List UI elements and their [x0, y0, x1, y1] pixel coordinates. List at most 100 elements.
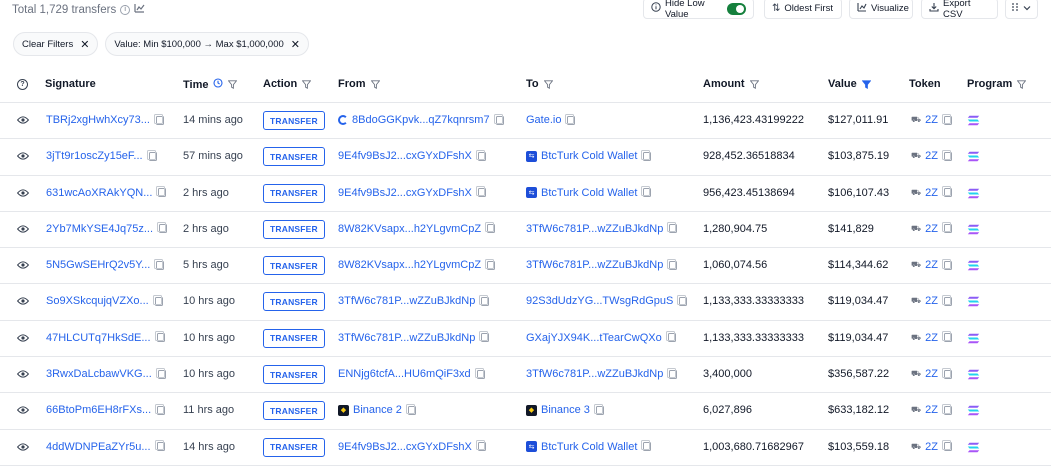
copy-icon[interactable] [941, 403, 952, 415]
to-link[interactable]: BtcTurk Cold Wallet [541, 187, 637, 199]
copy-icon[interactable] [667, 222, 678, 234]
copy-icon[interactable] [593, 403, 604, 415]
copy-icon[interactable] [405, 403, 416, 415]
token-link[interactable]: 2Z [925, 114, 938, 126]
from-link[interactable]: 9E4fv9BsJ2...cxGYxDFshX [338, 187, 472, 199]
clear-filters-chip[interactable]: Clear Filters ✕ [13, 32, 99, 56]
info-icon[interactable]: i [120, 4, 131, 15]
signature-link[interactable]: 66BtoPm6EH8rFXs... [46, 404, 151, 416]
copy-icon[interactable] [941, 113, 952, 125]
copy-icon[interactable] [641, 149, 652, 161]
copy-icon[interactable] [667, 258, 678, 270]
copy-icon[interactable] [153, 113, 164, 125]
eye-icon[interactable] [17, 370, 29, 378]
eye-icon[interactable] [17, 334, 29, 342]
close-icon[interactable]: ✕ [291, 38, 300, 51]
filter-icon[interactable] [228, 80, 238, 89]
copy-icon[interactable] [941, 294, 952, 306]
token-link[interactable]: 2Z [925, 150, 938, 162]
eye-icon[interactable] [17, 406, 29, 414]
filter-icon[interactable] [749, 79, 759, 89]
solana-program-icon[interactable] [967, 115, 980, 126]
solana-program-icon[interactable] [967, 260, 980, 271]
copy-icon[interactable] [941, 367, 952, 379]
copy-icon[interactable] [641, 440, 652, 452]
copy-icon[interactable] [155, 403, 166, 415]
copy-icon[interactable] [641, 186, 652, 198]
copy-icon[interactable] [475, 149, 486, 161]
copy-icon[interactable] [474, 367, 485, 379]
copy-icon[interactable] [565, 113, 576, 125]
value-filter-chip[interactable]: Value: Min $100,000 → Max $1,000,000 ✕ [105, 32, 309, 56]
signature-link[interactable]: 2Yb7MkYSE4Jq75z... [46, 223, 153, 235]
copy-icon[interactable] [941, 186, 952, 198]
eye-icon[interactable] [17, 116, 29, 124]
to-link[interactable]: Binance 3 [541, 404, 590, 416]
copy-icon[interactable] [155, 367, 166, 379]
copy-icon[interactable] [152, 294, 163, 306]
signature-link[interactable]: 5N5GwSEHrQ2v5Y... [46, 259, 150, 271]
visualize-button[interactable]: Visualize [849, 0, 913, 19]
eye-icon[interactable] [17, 188, 29, 197]
copy-icon[interactable] [941, 258, 952, 270]
signature-link[interactable]: 631wcAoXRAkYQN... [46, 187, 152, 199]
token-link[interactable]: 2Z [925, 259, 938, 271]
export-csv-button[interactable]: Export CSV [921, 0, 998, 20]
copy-icon[interactable] [156, 186, 167, 198]
solana-program-icon[interactable] [967, 405, 980, 416]
eye-icon[interactable] [17, 225, 29, 233]
solana-program-icon[interactable] [967, 442, 980, 453]
copy-icon[interactable] [479, 294, 490, 306]
token-link[interactable]: 2Z [925, 404, 938, 416]
oldest-first-button[interactable]: ⇅ Oldest First [764, 0, 842, 19]
copy-icon[interactable] [479, 331, 490, 343]
signature-link[interactable]: So9XSkcqujqVZXo... [46, 295, 149, 307]
copy-icon[interactable] [154, 331, 165, 343]
token-link[interactable]: 2Z [925, 223, 938, 235]
from-link[interactable]: 9E4fv9BsJ2...cxGYxDFshX [338, 441, 472, 453]
help-icon[interactable]: ? [17, 79, 28, 90]
to-link[interactable]: 3TfW6c781P...wZZuBJkdNp [526, 368, 663, 380]
filter-icon[interactable] [1017, 79, 1027, 89]
copy-icon[interactable] [146, 149, 157, 161]
to-link[interactable]: BtcTurk Cold Wallet [541, 441, 637, 453]
from-link[interactable]: 9E4fv9BsJ2...cxGYxDFshX [338, 150, 472, 162]
filter-icon[interactable] [302, 79, 312, 89]
from-link[interactable]: 8W82KVsapx...h2YLgvmCpZ [338, 223, 481, 235]
copy-icon[interactable] [941, 222, 952, 234]
to-link[interactable]: 92S3dUdzYG...TWsgRdGpuS [526, 295, 673, 307]
hide-low-value-toggle[interactable] [727, 2, 746, 15]
eye-icon[interactable] [17, 152, 29, 160]
copy-icon[interactable] [667, 367, 678, 379]
signature-link[interactable]: 47HLCUTq7HkSdE... [46, 332, 151, 344]
token-link[interactable]: 2Z [925, 332, 938, 344]
signature-link[interactable]: 3jTt9r1oscZy15eF... [46, 150, 143, 162]
signature-link[interactable]: 4ddWDNPEaZYr5u... [46, 441, 151, 453]
clock-icon[interactable] [213, 78, 224, 91]
from-link[interactable]: 3TfW6c781P...wZZuBJkdNp [338, 332, 475, 344]
eye-icon[interactable] [17, 443, 29, 451]
copy-icon[interactable] [157, 222, 168, 234]
token-link[interactable]: 2Z [925, 441, 938, 453]
solana-program-icon[interactable] [967, 296, 980, 307]
more-options-button[interactable] [1005, 0, 1038, 19]
solana-program-icon[interactable] [967, 188, 980, 199]
token-link[interactable]: 2Z [925, 295, 938, 307]
copy-icon[interactable] [485, 222, 496, 234]
solana-program-icon[interactable] [967, 151, 980, 162]
signature-link[interactable]: TBRj2xgHwhXcy73... [46, 114, 150, 126]
solana-program-icon[interactable] [967, 224, 980, 235]
to-link[interactable]: BtcTurk Cold Wallet [541, 150, 637, 162]
copy-icon[interactable] [154, 440, 165, 452]
solana-program-icon[interactable] [967, 333, 980, 344]
filter-icon[interactable] [370, 79, 380, 89]
copy-icon[interactable] [154, 258, 165, 270]
from-link[interactable]: 8W82KVsapx...h2YLgvmCpZ [338, 259, 481, 271]
to-link[interactable]: 3TfW6c781P...wZZuBJkdNp [526, 259, 663, 271]
copy-icon[interactable] [941, 440, 952, 452]
to-link[interactable]: Gate.io [526, 114, 561, 126]
copy-icon[interactable] [941, 331, 952, 343]
solana-program-icon[interactable] [967, 369, 980, 380]
from-link[interactable]: ENNjg6tcfA...HU6mQiF3xd [338, 368, 471, 380]
copy-icon[interactable] [475, 186, 486, 198]
